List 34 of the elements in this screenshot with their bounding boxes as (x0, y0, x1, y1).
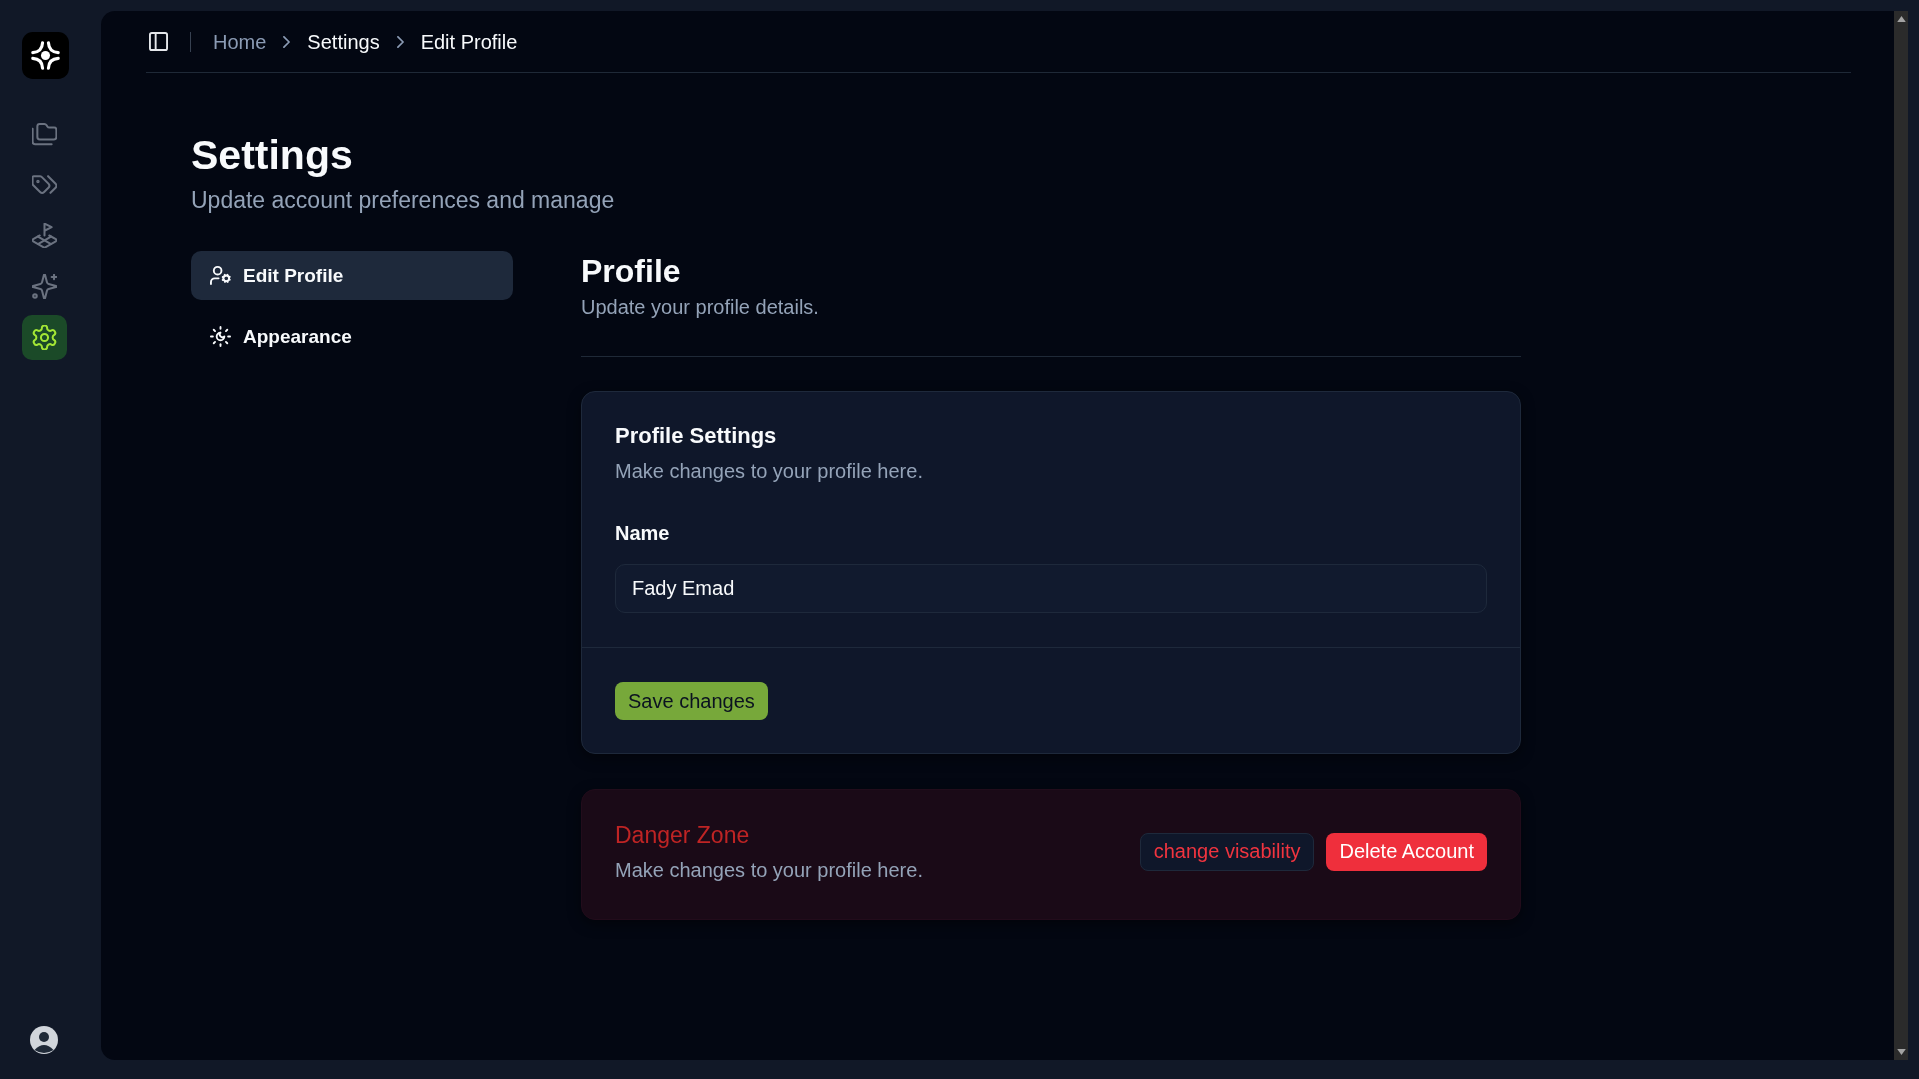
card-title: Profile Settings (615, 422, 778, 450)
settings-nav-item[interactable]: Edit Profile (191, 251, 513, 300)
delete-button[interactable]: Delete Account (1326, 832, 1487, 871)
user-gear-icon (210, 265, 231, 286)
save-button[interactable]: Save changes (615, 682, 768, 720)
app-logo[interactable] (22, 32, 69, 79)
scroll-down-arrow-icon[interactable] (1896, 1049, 1906, 1055)
sidebar-nav-button[interactable] (22, 315, 67, 360)
breadcrumb-current-page: Edit Profile (420, 29, 518, 55)
avatar-icon[interactable] (29, 1025, 59, 1055)
section-title: Profile (581, 252, 682, 291)
section-subtitle: Update your profile details. (581, 295, 820, 320)
chevron-right-icon (396, 35, 404, 48)
scrollbar[interactable] (1894, 11, 1908, 1060)
settings-icon (32, 325, 57, 350)
page-subtitle: Update account preferences and manage (191, 186, 616, 214)
page-title: Settings (191, 131, 354, 179)
visibility-button[interactable]: change visability (1139, 832, 1315, 871)
card-description: Make changes to your profile here. (615, 459, 924, 484)
chevron-right-icon (283, 35, 291, 48)
sidebar-toggle-icon[interactable] (149, 32, 168, 51)
sparkles-icon (32, 274, 57, 299)
breadcrumb-link[interactable]: Home (213, 28, 267, 55)
sun-moon-icon (210, 326, 231, 347)
settings-nav-item[interactable]: Appearance (191, 312, 513, 361)
name-input[interactable]: Fady Emad (615, 564, 1487, 613)
field-label: Name (615, 521, 671, 545)
danger-zone-title: Danger Zone (615, 821, 751, 850)
scroll-up-arrow-icon[interactable] (1896, 16, 1906, 22)
tags-icon (32, 172, 57, 197)
danger-zone-description: Make changes to your profile here. (615, 858, 923, 883)
breadcrumb-link[interactable]: Settings (307, 28, 380, 55)
folders-icon (32, 121, 57, 146)
flag-on-grid-icon (32, 223, 57, 248)
